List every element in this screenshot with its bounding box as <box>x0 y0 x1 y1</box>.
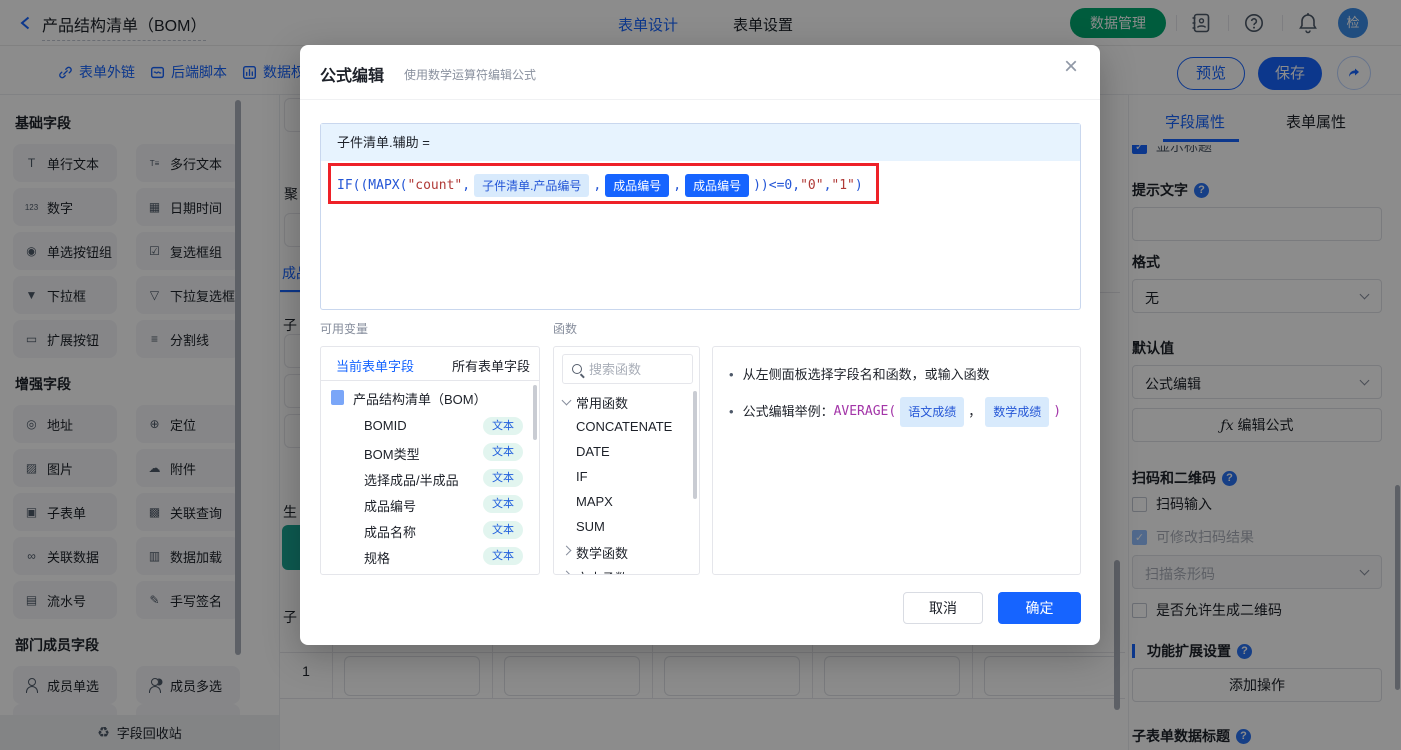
variables-panel: 当前表单字段 所有表单字段 产品结构清单（BOM） BOMID 文本 BOM类型 文本… <box>320 346 540 575</box>
formula-token: "1" <box>831 178 855 193</box>
variable-field-row[interactable]: BOM类型 文本 <box>321 439 539 465</box>
variable-field-row[interactable]: 成品名称 文本 <box>321 517 539 543</box>
functions-panel: 常用函数 CONCATENATEDATEIFMAPXSUM 数学函数文本函数 <box>553 346 700 575</box>
search-icon <box>572 364 582 374</box>
field-chip[interactable]: 子件清单.产品编号 <box>474 174 590 197</box>
example-comma: ， <box>968 404 982 419</box>
function-group-row[interactable]: 数学函数 <box>554 539 699 564</box>
example-field-chip: 数学成绩 <box>985 397 1050 427</box>
tab-current-form-fields[interactable]: 当前表单字段 <box>336 356 414 375</box>
tips-panel: 从左侧面板选择字段名和函数，或输入函数 公式编辑举例： AVERAGE( 语文成… <box>712 346 1081 575</box>
variable-field-name: BOM类型 <box>364 447 420 462</box>
function-group-label: 数学函数 <box>576 546 629 561</box>
variables-root-row[interactable]: 产品结构清单（BOM） <box>321 387 539 409</box>
variables-root-label: 产品结构清单（BOM） <box>353 392 487 407</box>
variable-field-name: 规格 <box>364 551 391 566</box>
field-type-badge: 文本 <box>483 495 523 513</box>
function-group-label: 常用函数 <box>576 396 629 411</box>
function-search-input[interactable] <box>589 356 689 382</box>
example-function-open: AVERAGE( <box>833 404 897 419</box>
modal-title: 公式编辑 <box>320 68 385 85</box>
formula-token: "0" <box>800 178 824 193</box>
confirm-button[interactable]: 确定 <box>998 592 1081 624</box>
variable-field-row[interactable]: 规格 文本 <box>321 543 539 569</box>
variable-field-row[interactable]: 选择成品/半成品 文本 <box>321 465 539 491</box>
function-item[interactable]: DATE <box>554 439 699 464</box>
functions-label: 函数 <box>553 322 578 336</box>
formula-expression[interactable]: IF((MAPX("count", 子件清单.产品编号, 成品编号, 成品编号))<=… <box>337 174 863 197</box>
field-type-badge: 文本 <box>483 521 523 539</box>
field-type-badge: 文本 <box>483 469 523 487</box>
formula-token: ) <box>854 178 863 193</box>
field-type-badge: 文本 <box>483 547 523 565</box>
tip-line-1: 从左侧面板选择字段名和函数，或输入函数 <box>729 363 1064 387</box>
formula-token: , <box>462 178 471 193</box>
formula-target: 子件清单.辅助 = <box>321 124 1080 161</box>
tip-text: 公式编辑举例： <box>742 404 834 419</box>
field-chip[interactable]: 成品编号 <box>605 174 670 197</box>
variables-tabs: 当前表单字段 所有表单字段 <box>321 347 539 381</box>
function-item[interactable]: MAPX <box>554 489 699 514</box>
divider <box>300 99 1100 100</box>
variables-scrollbar[interactable] <box>533 385 537 440</box>
field-type-badge: 文本 <box>483 443 523 461</box>
function-item[interactable]: SUM <box>554 514 699 539</box>
variable-field-row[interactable]: 成品编号 文本 <box>321 491 539 517</box>
formula-token: , <box>593 178 602 193</box>
functions-scrollbar[interactable] <box>693 391 697 499</box>
variable-field-name: 成品名称 <box>364 525 417 540</box>
function-item[interactable]: CONCATENATE <box>554 414 699 439</box>
formula-token: , <box>823 178 832 193</box>
example-function-close: ) <box>1053 404 1062 419</box>
example-field-chip: 语文成绩 <box>900 397 965 427</box>
variable-field-name: 成品编号 <box>364 499 417 514</box>
formula-token: IF((MAPX( <box>337 178 408 193</box>
field-chip[interactable]: 成品编号 <box>685 174 750 197</box>
formula-token: "count" <box>407 178 463 193</box>
formula-edit-modal: 公式编辑 使用数学运算符编辑公式 × 子件清单.辅助 = IF((MAPX("c… <box>300 45 1100 645</box>
variables-label: 可用变量 <box>320 322 369 336</box>
function-item[interactable]: IF <box>554 464 699 489</box>
caret-icon <box>561 395 572 406</box>
tip-text: 从左侧面板选择字段名和函数，或输入函数 <box>742 367 990 382</box>
formula-token: ))<=0, <box>753 178 801 193</box>
function-group-row[interactable]: 文本函数 <box>554 564 699 574</box>
function-list: 常用函数 CONCATENATEDATEIFMAPXSUM 数学函数文本函数 <box>554 389 699 574</box>
function-group-label: 文本函数 <box>576 568 628 574</box>
tip-line-2: 公式编辑举例： AVERAGE( 语文成绩 ， 数学成绩 ) <box>729 397 1064 427</box>
formula-editor[interactable]: 子件清单.辅助 = IF((MAPX("count", 子件清单.产品编号, 成品编… <box>320 123 1081 310</box>
function-search[interactable] <box>562 354 693 384</box>
variable-field-name: BOMID <box>364 418 407 433</box>
caret-icon <box>561 570 572 574</box>
modal-subtitle: 使用数学运算符编辑公式 <box>404 68 537 82</box>
tab-all-form-fields[interactable]: 所有表单字段 <box>452 356 530 375</box>
caret-icon <box>561 545 572 556</box>
cancel-button[interactable]: 取消 <box>903 592 983 624</box>
variables-tree: BOMID 文本 BOM类型 文本 选择成品/半成品 文本 成品编号 文本 成品名称 文本 规格 文本 <box>321 413 539 569</box>
field-type-badge: 文本 <box>483 417 523 435</box>
formula-token: , <box>673 178 682 193</box>
close-icon[interactable]: × <box>1064 55 1078 79</box>
form-doc-icon <box>331 390 344 405</box>
function-group-row[interactable]: 常用函数 <box>554 389 699 414</box>
variable-field-name: 选择成品/半成品 <box>364 473 459 488</box>
variable-field-row[interactable]: BOMID 文本 <box>321 413 539 439</box>
